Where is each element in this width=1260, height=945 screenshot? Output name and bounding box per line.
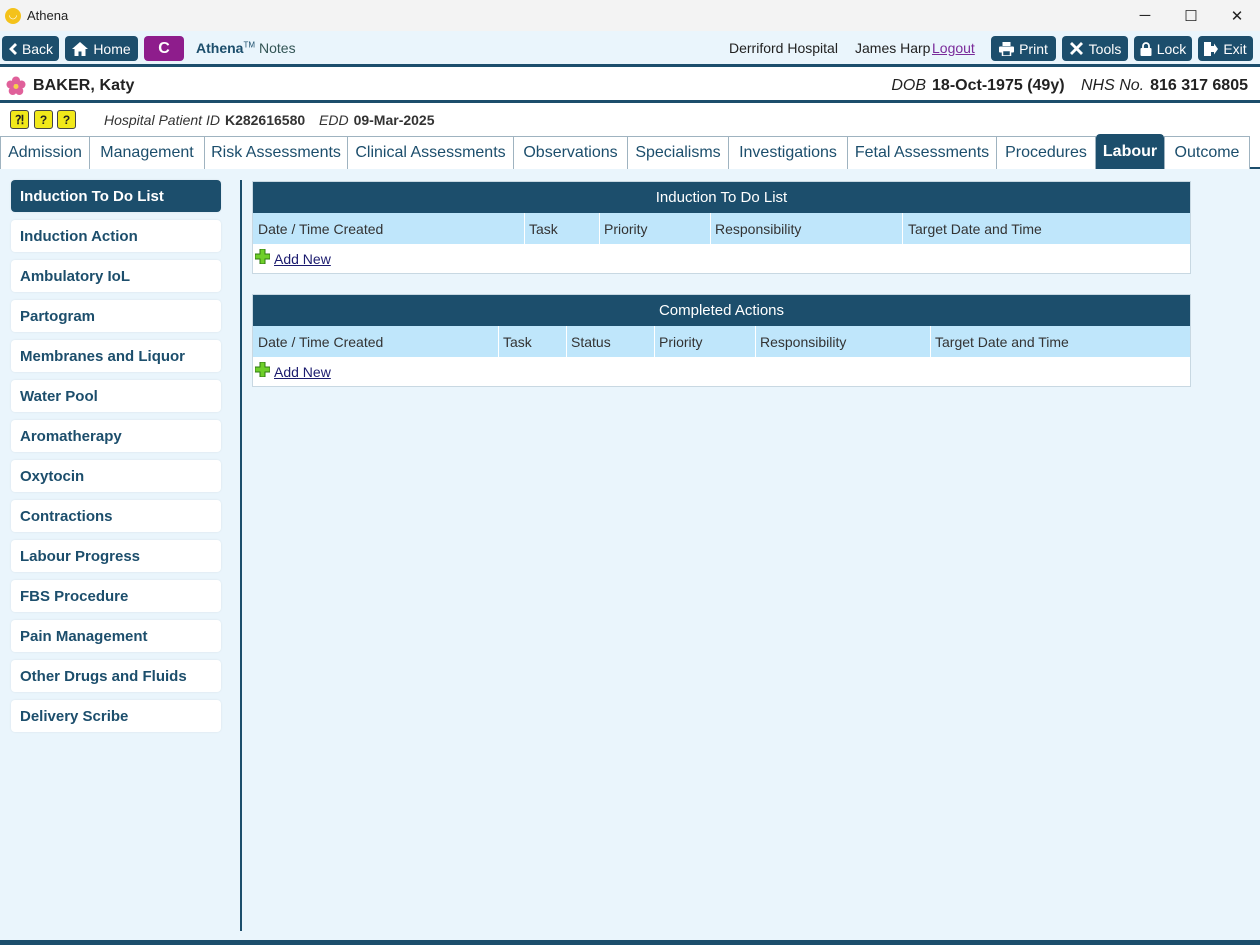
add-new-link[interactable]: Add New (274, 364, 331, 380)
tools-button[interactable]: Tools (1062, 36, 1128, 61)
c-button[interactable]: C (144, 36, 184, 61)
tab-risk-assessments[interactable]: Risk Assessments (204, 136, 348, 169)
sidebar-item-pain-management[interactable]: Pain Management (11, 620, 221, 652)
exit-icon (1204, 41, 1219, 56)
column-header[interactable]: Task (503, 334, 532, 350)
tab-outcome[interactable]: Outcome (1164, 136, 1250, 169)
tools-icon (1069, 42, 1083, 55)
dob-value: 18-Oct-1975 (49y) (932, 77, 1065, 94)
app-toolbar: Back Home C AthenaTM Notes Derriford Hosp… (0, 31, 1260, 67)
sidebar-item-partogram[interactable]: Partogram (11, 300, 221, 332)
user-name: James Harp (855, 40, 931, 56)
sidebar-item-water-pool[interactable]: Water Pool (11, 380, 221, 412)
lock-button[interactable]: Lock (1134, 36, 1192, 61)
column-header[interactable]: Task (529, 221, 558, 237)
bottom-border (0, 940, 1260, 945)
column-header[interactable]: Date / Time Created (258, 221, 383, 237)
completed-actions-panel: Completed Actions Date / Time Created Ta… (252, 294, 1191, 387)
hospital-patient-id: Hospital Patient ID K282616580 (104, 112, 306, 128)
tab-observations[interactable]: Observations (513, 136, 628, 169)
sidebar-item-contractions[interactable]: Contractions (11, 500, 221, 532)
sidebar-item-membranes-and-liquor[interactable]: Membranes and Liquor (11, 340, 221, 372)
alert-icon[interactable]: ⁈ (10, 110, 29, 129)
sidebar-item-labour-progress[interactable]: Labour Progress (11, 540, 221, 572)
tab-procedures[interactable]: Procedures (996, 136, 1096, 169)
patient-banner: BAKER, Katy DOB 18-Oct-1975 (49y) NHS No.… (0, 70, 1260, 103)
induction-todo-panel: Induction To Do List Date / Time Created… (252, 181, 1191, 274)
home-button[interactable]: Home (65, 36, 138, 61)
sidebar-item-other-drugs-and-fluids[interactable]: Other Drugs and Fluids (11, 660, 221, 692)
column-header[interactable]: Status (571, 334, 611, 350)
column-header[interactable]: Date / Time Created (258, 334, 383, 350)
add-row: Add New (253, 357, 1190, 386)
tab-management[interactable]: Management (89, 136, 205, 169)
sidebar-item-delivery-scribe[interactable]: Delivery Scribe (11, 700, 221, 732)
column-header[interactable]: Target Date and Time (908, 221, 1042, 237)
hospital-name: Derriford Hospital (729, 40, 838, 56)
main-tabs: Admission Management Risk Assessments Cl… (0, 134, 1260, 169)
sidebar-divider (240, 180, 242, 931)
column-header[interactable]: Target Date and Time (935, 334, 1069, 350)
printer-icon (999, 41, 1015, 56)
lock-icon (1140, 41, 1152, 56)
patient-name: BAKER, Katy (33, 77, 135, 94)
column-header[interactable]: Responsibility (760, 334, 846, 350)
sidebar-item-ambulatory-iol[interactable]: Ambulatory IoL (11, 260, 221, 292)
sidebar-item-fbs-procedure[interactable]: FBS Procedure (11, 580, 221, 612)
window-title: Athena (27, 8, 69, 23)
column-header[interactable]: Priority (604, 221, 648, 237)
panel-title: Induction To Do List (253, 182, 1190, 213)
edd: EDD 09-Mar-2025 (319, 112, 435, 128)
patient-demographics: DOB 18-Oct-1975 (49y) NHS No. 816 317 6805 (891, 77, 1248, 95)
maximize-button[interactable]: ☐ (1168, 0, 1214, 31)
add-row: Add New (253, 244, 1190, 273)
athena-app-icon: ◡ (5, 7, 21, 24)
help-icon[interactable]: ? (34, 110, 53, 129)
nhs-label: NHS No. (1081, 77, 1145, 94)
add-plus-icon[interactable] (255, 249, 270, 264)
add-plus-icon[interactable] (255, 362, 270, 377)
window-titlebar: ◡ Athena ─ ☐ ✕ (0, 0, 1260, 31)
dob-label: DOB (891, 77, 927, 94)
exit-button[interactable]: Exit (1198, 36, 1253, 61)
panel-title: Completed Actions (253, 295, 1190, 326)
sidebar-item-aromatherapy[interactable]: Aromatherapy (11, 420, 221, 452)
print-button[interactable]: Print (991, 36, 1056, 61)
nhs-value: 816 317 6805 (1150, 77, 1248, 94)
back-button[interactable]: Back (2, 36, 59, 61)
table-header: Date / Time Created Task Status Priority… (253, 326, 1190, 357)
chevron-left-icon (8, 42, 17, 55)
table-header: Date / Time Created Task Priority Respon… (253, 213, 1190, 244)
sidebar-item-induction-action[interactable]: Induction Action (11, 220, 221, 252)
minimize-button[interactable]: ─ (1122, 0, 1168, 31)
home-icon (72, 41, 89, 56)
sidebar-item-oxytocin[interactable]: Oxytocin (11, 460, 221, 492)
app-brand: AthenaTM Notes (196, 40, 296, 56)
tab-labour[interactable]: Labour (1096, 134, 1164, 169)
sidebar-item-induction-to-do-list[interactable]: Induction To Do List (11, 180, 221, 212)
tab-investigations[interactable]: Investigations (728, 136, 848, 169)
add-new-link[interactable]: Add New (274, 251, 331, 267)
column-header[interactable]: Responsibility (715, 221, 801, 237)
tab-specialisms[interactable]: Specialisms (627, 136, 729, 169)
column-header[interactable]: Priority (659, 334, 703, 350)
logout-link[interactable]: Logout (932, 40, 975, 56)
tab-fetal-assessments[interactable]: Fetal Assessments (847, 136, 997, 169)
tab-clinical-assessments[interactable]: Clinical Assessments (347, 136, 514, 169)
help-icon-2[interactable]: ? (57, 110, 76, 129)
tab-admission[interactable]: Admission (0, 136, 90, 169)
flower-icon (6, 76, 26, 95)
close-window-button[interactable]: ✕ (1214, 0, 1260, 31)
